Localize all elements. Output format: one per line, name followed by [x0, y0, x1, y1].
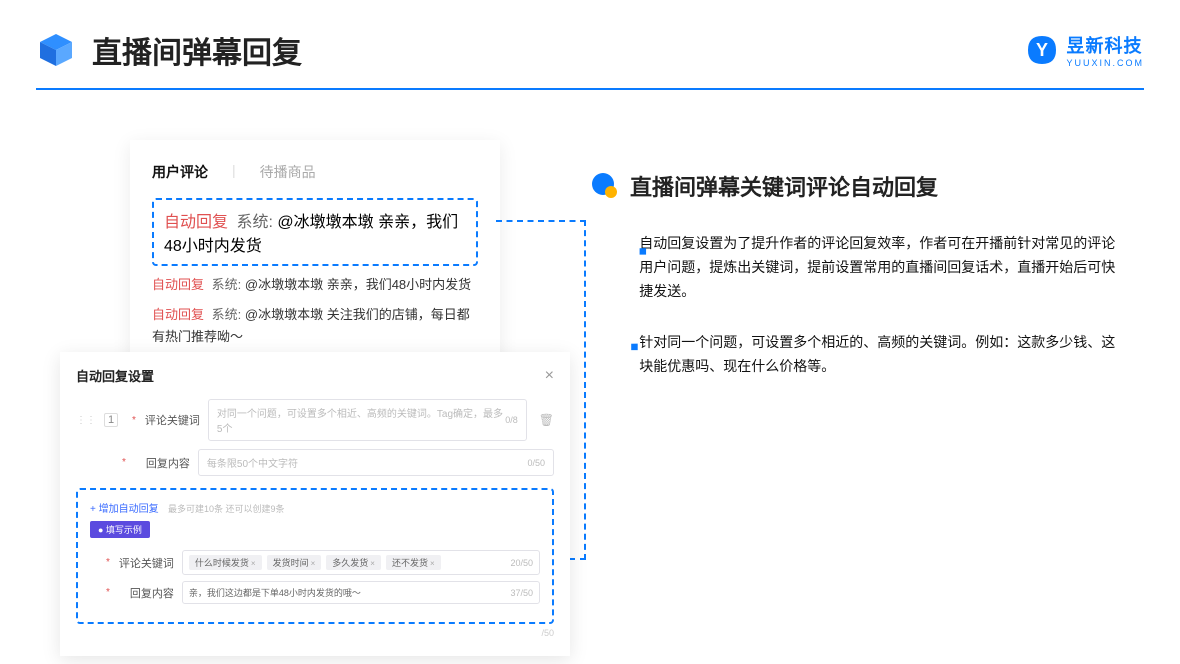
required-dot: *	[122, 457, 126, 468]
keyword-tag[interactable]: 发货时间×	[267, 555, 322, 570]
keyword-tag[interactable]: 还不发货×	[386, 555, 441, 570]
example-content-label: 回复内容	[118, 585, 174, 601]
logo-mark-icon: Y	[1026, 34, 1058, 66]
right-column: 直播间弹幕关键词评论自动回复 ◆ 自动回复设置为了提升作者的评论回复效率，作者可…	[590, 170, 1140, 407]
keyword-counter: 0/8	[505, 415, 518, 425]
example-content-counter: 37/50	[510, 588, 533, 598]
content-row: * 回复内容 每条限50个中文字符 0/50	[116, 449, 554, 476]
brand-logo: Y 昱新科技 YUUXIN.COM	[1026, 32, 1144, 68]
system-label: 系统:	[236, 214, 272, 231]
bottom-counter: /50	[76, 628, 554, 638]
comment-row: 自动回复 系统: @冰墩墩本墩 亲亲，我们48小时内发货	[152, 274, 478, 296]
drag-handle-icon[interactable]: ⋮⋮	[76, 415, 96, 426]
content-label: 回复内容	[134, 455, 190, 471]
logo-en-text: YUUXIN.COM	[1066, 58, 1144, 68]
keyword-placeholder: 对同一个问题，可设置多个相近、高频的关键词。Tag确定，最多5个	[217, 405, 505, 435]
example-content-value: 亲，我们这边都是下单48小时内发货的哦～	[189, 586, 361, 599]
cube-icon	[36, 30, 76, 70]
tab-user-comments[interactable]: 用户评论	[152, 162, 208, 182]
chat-bubble-icon	[590, 172, 618, 200]
comment-tabs: 用户评论 | 待播商品	[152, 162, 478, 182]
keyword-label: 评论关键词	[144, 412, 200, 428]
settings-title: 自动回复设置	[76, 366, 154, 385]
example-kw-counter: 20/50	[510, 558, 533, 568]
logo-cn-text: 昱新科技	[1066, 32, 1144, 58]
comment-row: 自动回复 系统: @冰墩墩本墩 关注我们的店铺，每日都有热门推荐呦～	[152, 304, 478, 348]
example-content-input[interactable]: 亲，我们这边都是下单48小时内发货的哦～ 37/50	[182, 581, 540, 604]
example-keyword-label: 评论关键词	[118, 555, 174, 571]
keyword-tag[interactable]: 多久发货×	[326, 555, 381, 570]
add-reply-hint: 最多可建10条 还可以创建9条	[168, 504, 285, 514]
comments-card: 用户评论 | 待播商品 自动回复 系统: @冰墩墩本墩 亲亲，我们48小时内发货…	[130, 140, 500, 376]
required-dot: *	[132, 415, 136, 426]
comment-text: @冰墩墩本墩 亲亲，我们48小时内发货	[245, 277, 471, 292]
required-dot: *	[106, 587, 110, 598]
tab-divider: |	[232, 162, 236, 182]
example-keyword-row: * 评论关键词 什么时候发货× 发货时间× 多久发货× 还不发货× 20/50	[100, 550, 540, 575]
example-keyword-input[interactable]: 什么时候发货× 发货时间× 多久发货× 还不发货× 20/50	[182, 550, 540, 575]
connector-line	[584, 220, 586, 560]
bullet-item: ◆ 针对同一个问题，可设置多个相近的、高频的关键词。例如：这款多少钱、这块能优惠…	[590, 331, 1140, 379]
close-icon[interactable]: ×	[545, 367, 554, 385]
example-content-row: * 回复内容 亲，我们这边都是下单48小时内发货的哦～ 37/50	[100, 581, 540, 604]
bullet-item: ◆ 自动回复设置为了提升作者的评论回复效率，作者可在开播前针对常见的评论用户问题…	[590, 232, 1140, 303]
keyword-tag[interactable]: 什么时候发货×	[189, 555, 262, 570]
keyword-input[interactable]: 对同一个问题，可设置多个相近、高频的关键词。Tag确定，最多5个 0/8	[208, 399, 527, 441]
page-title: 直播间弹幕回复	[92, 28, 302, 72]
right-title-row: 直播间弹幕关键词评论自动回复	[590, 170, 1140, 202]
header-left: 直播间弹幕回复	[36, 28, 302, 72]
required-dot: *	[106, 557, 110, 568]
auto-reply-label: 自动回复	[152, 307, 204, 322]
diamond-bullet-icon: ◆	[606, 339, 643, 376]
bullet-text: 针对同一个问题，可设置多个相近的、高频的关键词。例如：这款多少钱、这块能优惠吗、…	[639, 331, 1119, 379]
auto-reply-settings-card: 自动回复设置 × ⋮⋮ 1 * 评论关键词 对同一个问题，可设置多个相近、高频的…	[60, 352, 570, 656]
connector-line	[496, 220, 586, 222]
content-counter: 0/50	[527, 458, 545, 468]
row-number: 1	[104, 413, 118, 427]
header-divider	[36, 88, 1144, 90]
example-area: + 增加自动回复 最多可建10条 还可以创建9条 ● 填写示例 * 评论关键词 …	[76, 488, 554, 624]
example-badge: ● 填写示例	[90, 521, 150, 538]
page-header: 直播间弹幕回复 Y 昱新科技 YUUXIN.COM	[36, 28, 1144, 72]
delete-icon[interactable]: 🗑	[539, 413, 554, 427]
add-reply-link[interactable]: + 增加自动回复	[90, 504, 159, 515]
tab-pending-products[interactable]: 待播商品	[260, 162, 316, 182]
highlighted-comment: 自动回复 系统: @冰墩墩本墩 亲亲，我们48小时内发货	[152, 198, 478, 266]
auto-reply-label: 自动回复	[164, 214, 228, 231]
bullet-text: 自动回复设置为了提升作者的评论回复效率，作者可在开播前针对常见的评论用户问题，提…	[639, 232, 1119, 303]
system-label: 系统:	[212, 277, 242, 292]
content-input[interactable]: 每条限50个中文字符 0/50	[198, 449, 554, 476]
auto-reply-label: 自动回复	[152, 277, 204, 292]
system-label: 系统:	[212, 307, 242, 322]
svg-text:Y: Y	[1036, 40, 1048, 60]
right-section-title: 直播间弹幕关键词评论自动回复	[630, 170, 938, 202]
keyword-row: ⋮⋮ 1 * 评论关键词 对同一个问题，可设置多个相近、高频的关键词。Tag确定…	[76, 399, 554, 441]
content-placeholder: 每条限50个中文字符	[207, 455, 298, 470]
